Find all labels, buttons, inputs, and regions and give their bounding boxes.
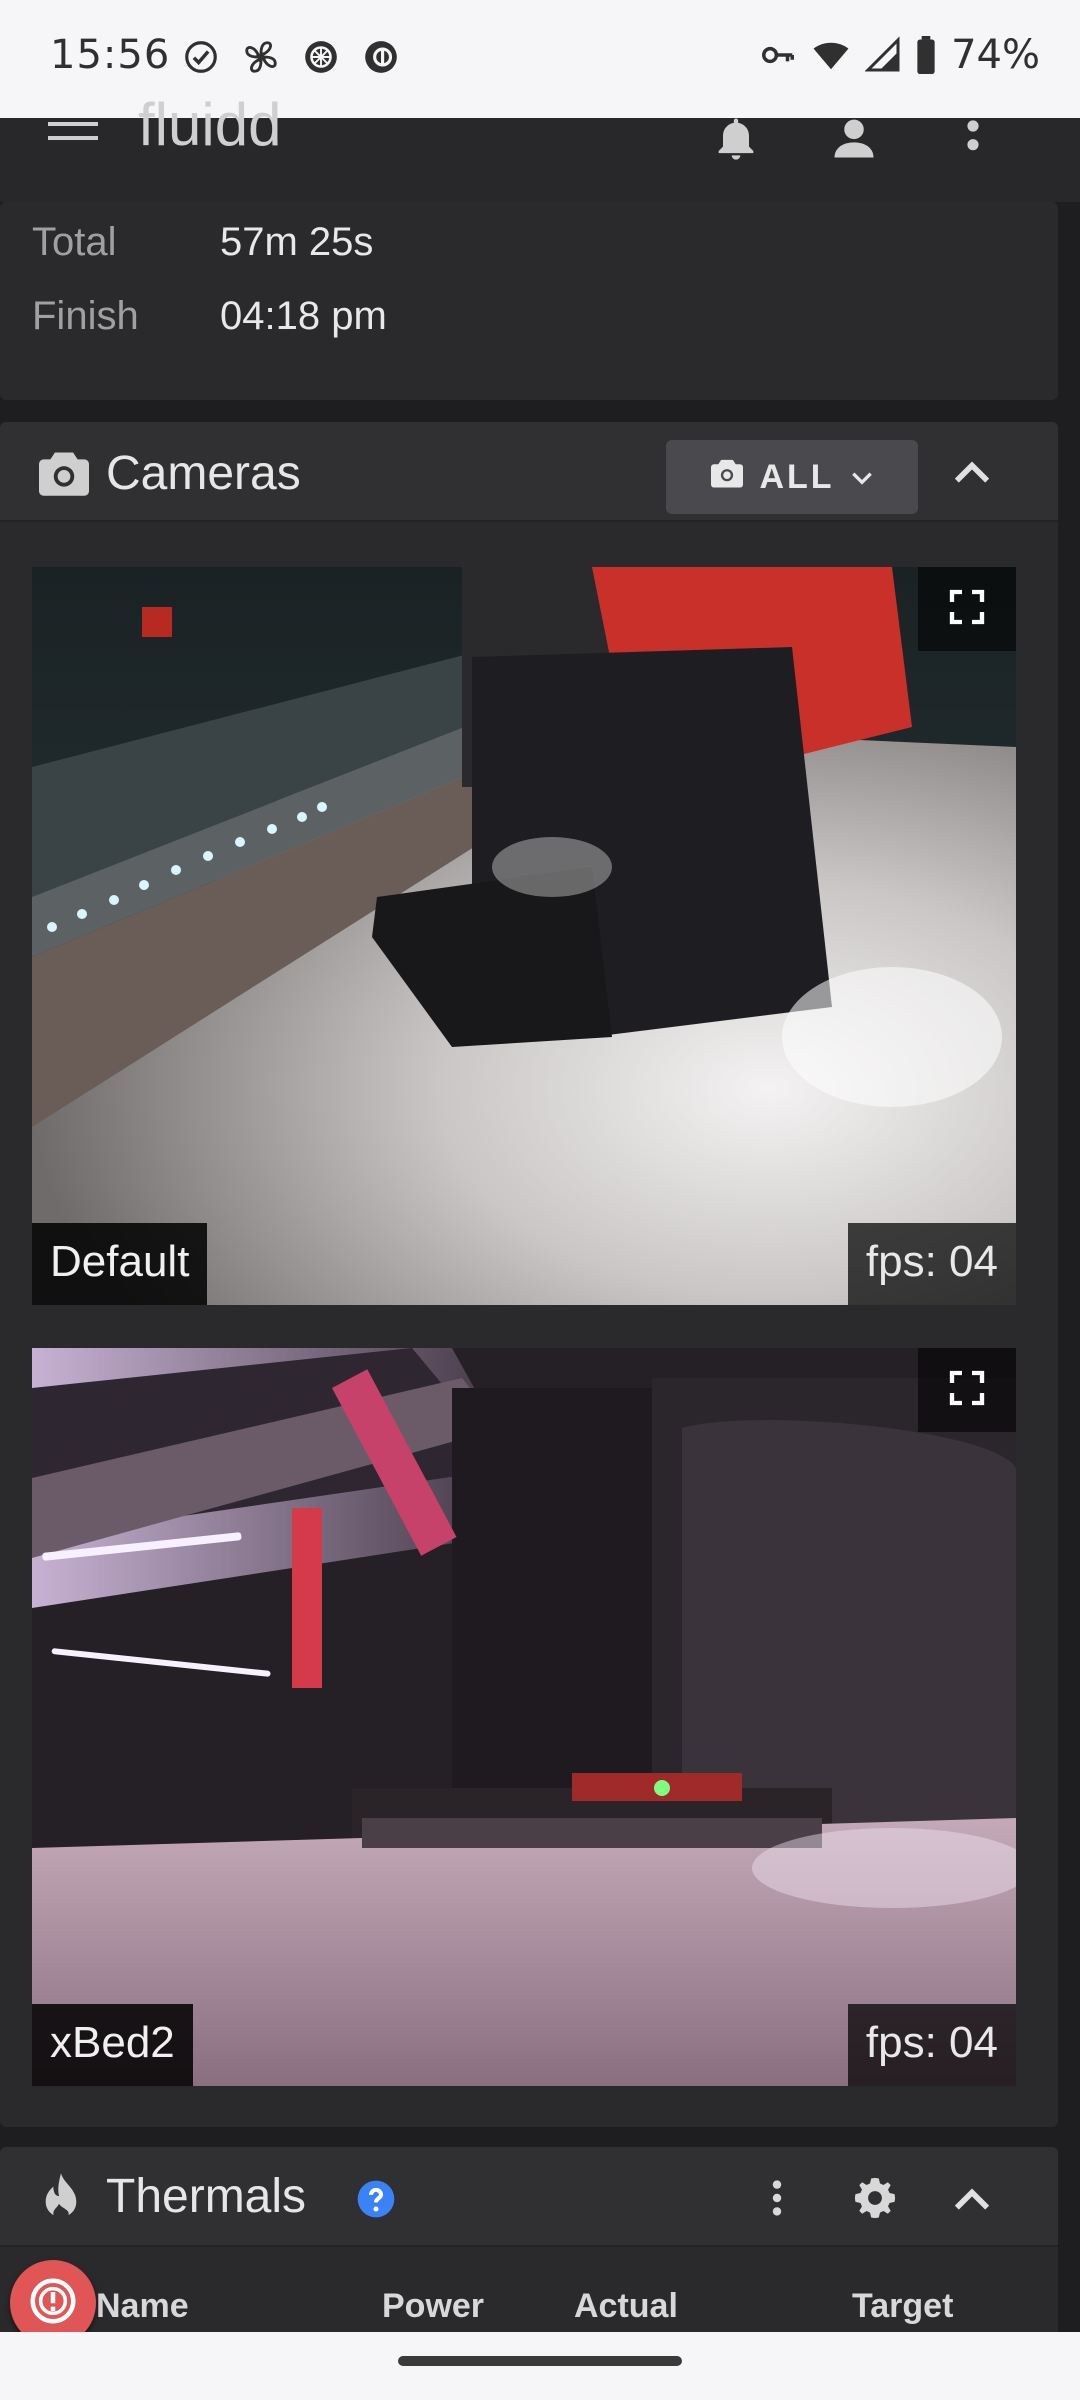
wifi-icon	[811, 36, 851, 74]
help-icon[interactable]	[356, 2179, 396, 2224]
more-vert-icon[interactable]	[762, 2175, 792, 2226]
key-icon	[759, 36, 797, 74]
chevron-up-icon[interactable]	[946, 450, 998, 499]
battery-percent: 74%	[951, 32, 1040, 78]
total-row: Total 57m 25s	[32, 220, 373, 265]
camera-fps-label: fps: 04	[847, 1223, 1016, 1305]
app-title: fluidd	[138, 91, 282, 158]
column-header-target[interactable]: Target	[852, 2287, 953, 2326]
camera-filter-button[interactable]: ALL	[666, 440, 918, 514]
camera-feed-xbed2[interactable]: xBed2 fps: 04	[32, 1348, 1016, 2086]
camera-name-label: xBed2	[32, 2004, 193, 2086]
app-bar: fluidd	[0, 91, 1080, 202]
camera-feed-default[interactable]: Default fps: 04	[32, 567, 1016, 1305]
fullscreen-button[interactable]	[918, 1348, 1016, 1432]
cameras-title: Cameras	[106, 447, 301, 500]
thermals-header: Thermals	[0, 2147, 1058, 2247]
column-header-actual[interactable]: Actual	[574, 2287, 678, 2326]
camera-name-label: Default	[32, 1223, 208, 1305]
gesture-handle[interactable]	[398, 2356, 682, 2366]
column-header-power[interactable]: Power	[382, 2287, 484, 2326]
camera-image-xbed2	[32, 1348, 1016, 2086]
cameras-card: Cameras ALL Default fps: 04 xBed2 fps: 0…	[0, 422, 1058, 2127]
print-status-card: Total 57m 25s Finish 04:18 pm	[0, 202, 1058, 400]
camera-fps-label: fps: 04	[847, 2004, 1016, 2086]
signal-icon	[865, 36, 901, 74]
column-header-name[interactable]: Name	[96, 2287, 189, 2326]
dashboard-content[interactable]: Total 57m 25s Finish 04:18 pm Cameras ALL	[0, 202, 1080, 2332]
fullscreen-button[interactable]	[918, 567, 1016, 651]
wheel-icon	[302, 38, 340, 76]
fire-icon	[38, 2171, 84, 2230]
bell-icon[interactable]	[710, 108, 762, 173]
alert-icon	[26, 2274, 80, 2333]
status-time: 15:56	[50, 32, 171, 78]
camera-image-default	[32, 567, 1016, 1305]
camera-icon	[36, 448, 92, 503]
fullscreen-icon	[947, 587, 987, 632]
thermals-title: Thermals	[106, 2170, 307, 2223]
fan-icon	[242, 38, 280, 76]
app-circle-icon	[362, 38, 400, 76]
battery-icon	[915, 36, 937, 74]
thermals-card: Thermals Name Power Actual Target	[0, 2147, 1058, 2332]
system-nav-bar	[0, 2332, 1080, 2400]
more-vert-icon[interactable]	[958, 112, 988, 173]
camera-filter-label: ALL	[759, 457, 835, 496]
menu-icon[interactable]	[48, 122, 98, 167]
chevron-down-icon	[849, 458, 875, 497]
finish-label: Finish	[32, 294, 139, 338]
chevron-up-icon[interactable]	[946, 2177, 998, 2226]
finish-row: Finish 04:18 pm	[32, 294, 387, 339]
finish-value: 04:18 pm	[220, 294, 387, 338]
total-value: 57m 25s	[220, 220, 374, 264]
camera-small-icon	[709, 457, 745, 498]
check-circle-icon	[182, 38, 220, 76]
fullscreen-icon	[947, 1368, 987, 1413]
cameras-header: Cameras ALL	[0, 422, 1058, 522]
gear-icon[interactable]	[852, 2175, 898, 2226]
account-icon[interactable]	[828, 108, 880, 173]
total-label: Total	[32, 220, 117, 264]
